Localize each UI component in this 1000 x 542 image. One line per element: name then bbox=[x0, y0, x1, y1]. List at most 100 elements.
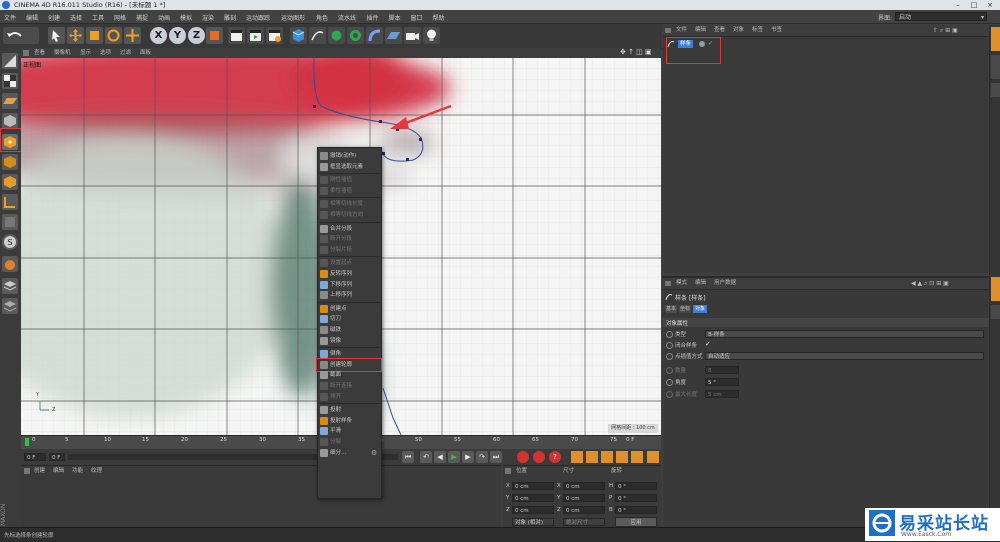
polygons-mode-button[interactable] bbox=[2, 174, 18, 190]
context-menu-item[interactable]: 撤销(动作) bbox=[319, 151, 380, 161]
menu-item-4[interactable]: 工具 bbox=[92, 13, 104, 22]
context-menu-item[interactable]: 投射 bbox=[319, 405, 380, 415]
menu-item-17[interactable]: 窗口 bbox=[411, 13, 423, 22]
maxlen-anim-dot[interactable] bbox=[666, 391, 673, 398]
snap-button[interactable]: S bbox=[2, 234, 18, 250]
floor-button[interactable] bbox=[385, 27, 402, 44]
am-menu-edit[interactable]: 编辑 bbox=[695, 279, 706, 288]
tab-object[interactable]: 对象 bbox=[693, 305, 707, 313]
deformer-button[interactable] bbox=[366, 27, 383, 44]
context-menu-item[interactable]: 截面 bbox=[319, 370, 380, 380]
om-nav-icons[interactable]: ⇧ ⌕ ⊞ ▣ bbox=[933, 27, 958, 35]
next-key-button[interactable]: ↷ bbox=[476, 451, 488, 463]
sculpt-button[interactable] bbox=[2, 256, 18, 272]
model-mode-button[interactable] bbox=[2, 113, 18, 129]
context-menu-item[interactable]: 切刀 bbox=[319, 314, 380, 324]
max-length-field[interactable]: 5 cm bbox=[705, 390, 739, 398]
prev-frame-button[interactable]: ◀ bbox=[434, 451, 446, 463]
type-select[interactable]: B-样条 bbox=[705, 330, 984, 338]
menu-item-3[interactable]: 选择 bbox=[70, 13, 82, 22]
min-frame-field[interactable]: 0 F bbox=[49, 453, 65, 461]
menu-item-1[interactable]: 编辑 bbox=[26, 13, 38, 22]
record-button[interactable] bbox=[517, 451, 529, 463]
menu-item-0[interactable]: 文件 bbox=[4, 13, 16, 22]
menu-item-15[interactable]: 插件 bbox=[367, 13, 379, 22]
rotate-tool-button[interactable] bbox=[105, 27, 122, 44]
context-menu-item[interactable]: 磁铁 bbox=[319, 325, 380, 335]
am-nav-icons[interactable]: ◀ ▲ ⌕ ⊡ ⊞ ▣ bbox=[911, 280, 949, 288]
axis-mode-button[interactable] bbox=[2, 194, 18, 210]
layers-2-button[interactable] bbox=[2, 298, 18, 314]
om-menu-objects[interactable]: 对象 bbox=[733, 26, 744, 35]
maximize-button[interactable]: □ bbox=[966, 0, 982, 10]
scale-tool-button[interactable] bbox=[86, 27, 103, 44]
om-menu-edit[interactable]: 编辑 bbox=[695, 26, 706, 35]
viewport-menu-5[interactable]: 面板 bbox=[140, 49, 151, 58]
count-anim-dot[interactable] bbox=[666, 367, 673, 374]
layers-side-tab[interactable] bbox=[991, 305, 1000, 319]
viewport-menu-4[interactable]: 过滤 bbox=[120, 49, 131, 58]
light-button[interactable] bbox=[423, 27, 440, 44]
viewport-menu-0[interactable]: 查看 bbox=[34, 49, 45, 58]
z-axis-lock-button[interactable]: Z bbox=[188, 27, 205, 44]
camera-button[interactable] bbox=[404, 27, 421, 44]
menu-item-16[interactable]: 脚本 bbox=[389, 13, 401, 22]
start-frame-field[interactable]: 0 F bbox=[24, 453, 46, 461]
am-menu-userdata[interactable]: 用户数据 bbox=[714, 279, 736, 288]
angle-field[interactable]: 5 ° bbox=[705, 378, 739, 386]
menu-item-5[interactable]: 网格 bbox=[114, 13, 126, 22]
close-anim-dot[interactable] bbox=[666, 342, 673, 349]
position-z-field[interactable]: 0 cm bbox=[512, 506, 554, 514]
layers-button[interactable] bbox=[2, 278, 18, 294]
position-x-field[interactable]: 0 cm bbox=[512, 482, 554, 490]
material-menu-function[interactable]: 功能 bbox=[72, 467, 83, 476]
material-menu-create[interactable]: 创建 bbox=[34, 467, 45, 476]
live-selection-button[interactable] bbox=[48, 27, 65, 44]
structure-side-tab[interactable] bbox=[991, 83, 1000, 97]
close-button[interactable]: × bbox=[982, 0, 998, 10]
size-y-field[interactable]: 0 cm bbox=[563, 494, 605, 502]
size-z-field[interactable]: 0 cm bbox=[563, 506, 605, 514]
key-pla-button[interactable] bbox=[631, 451, 643, 463]
gear-icon[interactable]: ⚙ bbox=[371, 449, 377, 457]
edges-mode-button[interactable] bbox=[2, 154, 18, 170]
menu-item-13[interactable]: 角色 bbox=[316, 13, 328, 22]
cube-button[interactable] bbox=[290, 27, 307, 44]
tab-coord[interactable]: 坐标 bbox=[679, 305, 691, 313]
size-x-field[interactable]: 0 cm bbox=[563, 482, 605, 490]
layout-select[interactable]: 启动 ▾ bbox=[895, 12, 987, 21]
viewport-menu-2[interactable]: 显示 bbox=[80, 49, 91, 58]
menu-item-11[interactable]: 运动跟踪 bbox=[246, 13, 270, 22]
menu-item-2[interactable]: 创建 bbox=[48, 13, 60, 22]
size-mode-select[interactable]: 绝对尺寸 bbox=[563, 518, 605, 526]
rotation-p-field[interactable]: 0 ° bbox=[615, 494, 657, 502]
menu-item-8[interactable]: 模拟 bbox=[180, 13, 192, 22]
play-button[interactable]: ▶ bbox=[448, 451, 460, 463]
viewport-nav-icons[interactable]: ✥ ↑ ◫ ▣ bbox=[620, 48, 652, 56]
om-menu-tags[interactable]: 标签 bbox=[752, 26, 763, 35]
count-field[interactable]: 8 bbox=[705, 366, 739, 374]
subdivision-surface-button[interactable] bbox=[328, 27, 345, 44]
position-y-field[interactable]: 0 cm bbox=[512, 494, 554, 502]
context-menu-item[interactable]: 反转序列 bbox=[319, 269, 380, 279]
attributes-side-tab[interactable] bbox=[991, 277, 1000, 301]
render-settings-button[interactable] bbox=[266, 27, 283, 44]
minimize-button[interactable]: – bbox=[950, 0, 966, 10]
pen-spline-button[interactable] bbox=[309, 27, 326, 44]
key-scale-button[interactable] bbox=[601, 451, 613, 463]
key-rotation-button[interactable] bbox=[586, 451, 598, 463]
menu-item-10[interactable]: 雕刻 bbox=[224, 13, 236, 22]
om-menu-view[interactable]: 查看 bbox=[714, 26, 725, 35]
context-menu-item[interactable]: 创建点 bbox=[319, 304, 380, 314]
move-tool-button[interactable] bbox=[67, 27, 84, 44]
context-menu-item[interactable]: 平滑 bbox=[319, 426, 380, 436]
array-button[interactable] bbox=[347, 27, 364, 44]
make-editable-button[interactable] bbox=[2, 53, 18, 69]
objects-side-tab[interactable] bbox=[991, 27, 1000, 51]
material-menu-edit[interactable]: 编辑 bbox=[53, 467, 64, 476]
om-menu-bookmarks[interactable]: 书签 bbox=[771, 26, 782, 35]
menu-item-18[interactable]: 帮助 bbox=[433, 13, 445, 22]
key-position-button[interactable] bbox=[571, 451, 583, 463]
close-spline-checkbox[interactable]: ✓ bbox=[705, 340, 713, 348]
angle-anim-dot[interactable] bbox=[666, 379, 673, 386]
